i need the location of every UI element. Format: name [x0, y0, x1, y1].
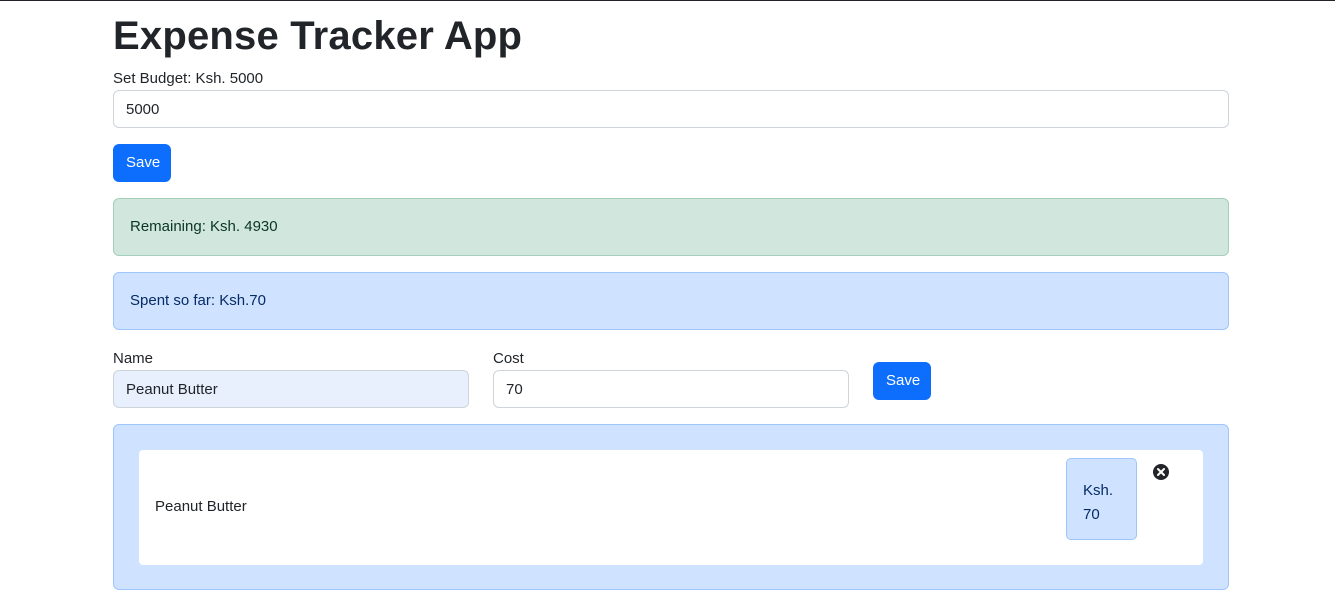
expense-cost-amount: 70	[1083, 506, 1100, 523]
list-item: Peanut Butter Ksh. 70	[139, 450, 1203, 565]
name-label: Name	[113, 350, 154, 367]
budget-label: Set Budget: Ksh. 5000	[113, 70, 264, 87]
cost-label: Cost	[493, 350, 524, 367]
cost-input[interactable]	[493, 370, 849, 408]
expense-list: Peanut Butter Ksh. 70	[113, 424, 1229, 590]
budget-input[interactable]	[113, 90, 1229, 128]
expense-name: Peanut Butter	[155, 498, 247, 515]
page-title: Expense Tracker App	[113, 14, 523, 58]
expense-cost-badge: Ksh. 70	[1066, 458, 1137, 540]
close-circle-icon[interactable]	[1153, 464, 1169, 480]
save-budget-button[interactable]: Save	[113, 144, 171, 182]
expense-cost-currency: Ksh.	[1083, 482, 1114, 499]
remaining-alert: Remaining: Ksh. 4930	[113, 198, 1229, 256]
save-expense-button[interactable]: Save	[873, 362, 931, 400]
name-input[interactable]	[113, 370, 469, 408]
top-border	[0, 0, 1335, 1]
spent-alert: Spent so far: Ksh.70	[113, 272, 1229, 330]
